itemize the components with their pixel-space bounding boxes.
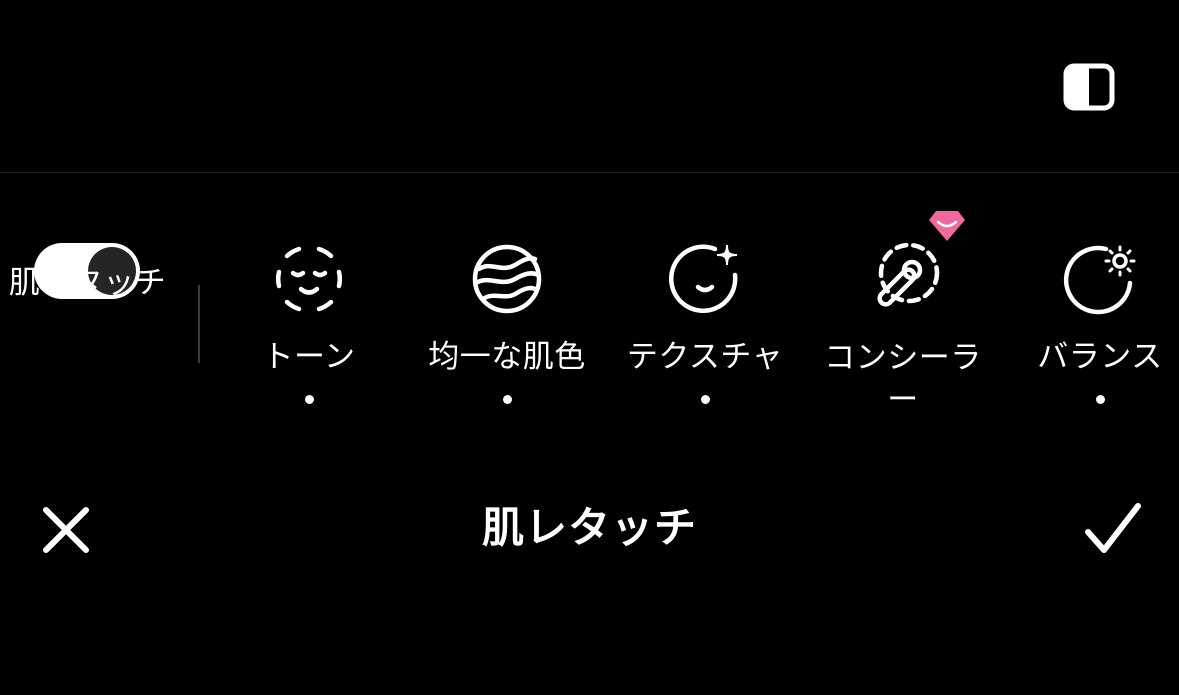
split-compare-icon: [1063, 63, 1115, 111]
face-smile-icon: [275, 246, 343, 312]
tool-balance-label: バランス: [1037, 339, 1163, 375]
tool-texture[interactable]: テクスチャ: [610, 173, 800, 433]
tool-concealer[interactable]: コンシーラー: [808, 173, 998, 433]
confirm-button[interactable]: [1080, 498, 1146, 558]
tool-balance[interactable]: バランス: [1005, 173, 1179, 433]
tool-texture-dot: [700, 395, 710, 404]
face-sun-icon: [1063, 245, 1136, 315]
tool-balance-dot: [1095, 395, 1105, 404]
premium-gem-icon: [929, 211, 965, 241]
retouch-tool-row: 肌レタッチ トーン 均一な肌色 テクスチャ コンシーラー バランス: [0, 173, 1179, 433]
face-sparkle-icon: [669, 244, 738, 313]
top-bar: [0, 0, 1179, 172]
tool-texture-label: テクスチャ: [626, 339, 784, 375]
checkmark-icon: [1085, 503, 1141, 553]
tool-even-skin-dot: [502, 395, 512, 404]
compare-button[interactable]: [1062, 60, 1116, 114]
skin-retouch-toggle-label: 肌レタッチ: [8, 265, 167, 301]
tool-even-skin[interactable]: 均一な肌色: [412, 173, 602, 433]
striped-sphere-icon: [472, 244, 542, 314]
page-title: 肌レタッチ: [481, 503, 697, 552]
tool-tone-dot: [304, 395, 314, 404]
tool-tone-label: トーン: [262, 339, 356, 375]
tool-concealer-label: コンシーラー: [824, 340, 982, 418]
bottom-bar: 肌レタッチ: [0, 470, 1179, 590]
tool-tone[interactable]: トーン: [214, 173, 404, 433]
vertical-divider: [198, 285, 200, 363]
concealer-wand-icon: [877, 242, 940, 307]
tool-even-skin-label: 均一な肌色: [428, 339, 586, 375]
